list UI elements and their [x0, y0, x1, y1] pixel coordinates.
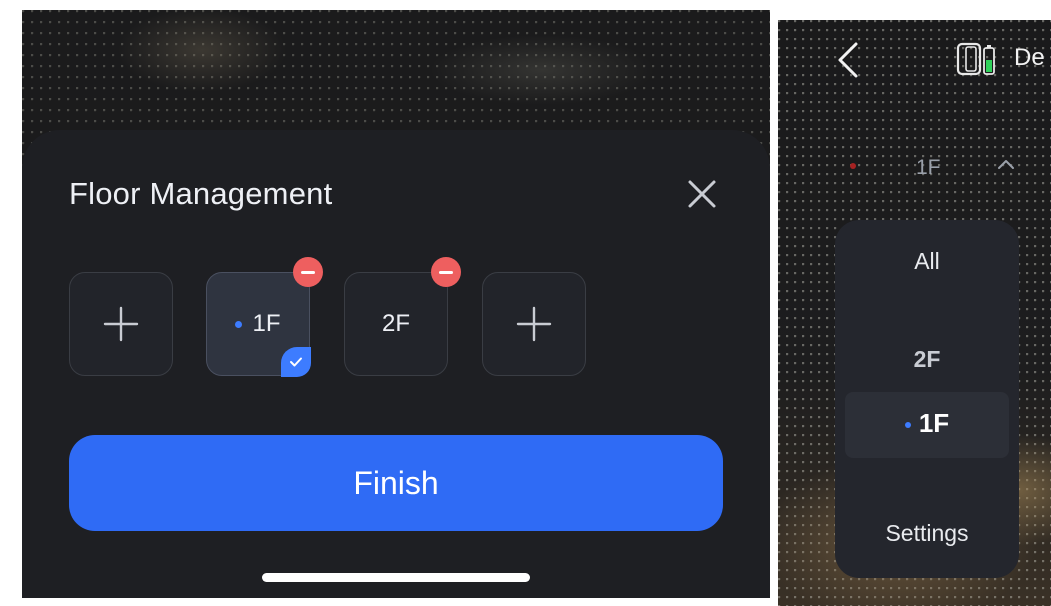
close-icon [688, 180, 716, 208]
floor-tile-label: 1F [235, 310, 281, 338]
sheet-title: Floor Management [69, 176, 333, 211]
dropdown-item-1f[interactable]: 1F [835, 408, 1019, 439]
selected-dot-icon [904, 422, 911, 429]
location-marker [850, 163, 856, 169]
home-indicator[interactable] [262, 573, 530, 582]
dropdown-item-settings[interactable]: Settings [835, 520, 1019, 547]
remove-floor-2f-button[interactable] [431, 257, 461, 287]
dropdown-item-all[interactable]: All [835, 248, 1019, 275]
plus-icon [516, 306, 552, 342]
device-battery-icon [956, 42, 995, 76]
floor-tile-1f[interactable]: 1F [206, 257, 323, 377]
device-name: De [1014, 44, 1045, 71]
minus-icon [439, 270, 453, 274]
floor-tile-label: 2F [381, 310, 410, 337]
finish-button[interactable]: Finish [69, 435, 723, 531]
chevron-up-icon[interactable] [996, 156, 1016, 172]
floor-tile-2f[interactable]: 2F [344, 257, 461, 376]
floor-management-sheet: Floor Management 1F 2F Finish [22, 130, 770, 598]
minus-icon [301, 270, 315, 274]
add-floor-below-button[interactable] [69, 272, 173, 376]
floor-management-screen: Floor Management 1F 2F Finish [22, 10, 770, 598]
floor-list: 1F 2F [69, 257, 629, 378]
map-view-screen: De 1F All 2F 1F Settings [778, 20, 1051, 606]
close-button[interactable] [682, 174, 722, 214]
remove-floor-1f-button[interactable] [293, 257, 323, 287]
back-button[interactable] [834, 40, 864, 80]
dropdown-item-2f[interactable]: 2F [835, 346, 1019, 373]
chevron-left-icon [838, 42, 858, 78]
floor-dropdown-menu: All 2F 1F Settings [835, 220, 1019, 578]
selected-dot-icon [235, 320, 243, 328]
check-icon [281, 347, 311, 377]
add-floor-above-button[interactable] [482, 272, 586, 376]
plus-icon [103, 306, 139, 342]
current-floor-indicator[interactable]: 1F [916, 156, 941, 180]
